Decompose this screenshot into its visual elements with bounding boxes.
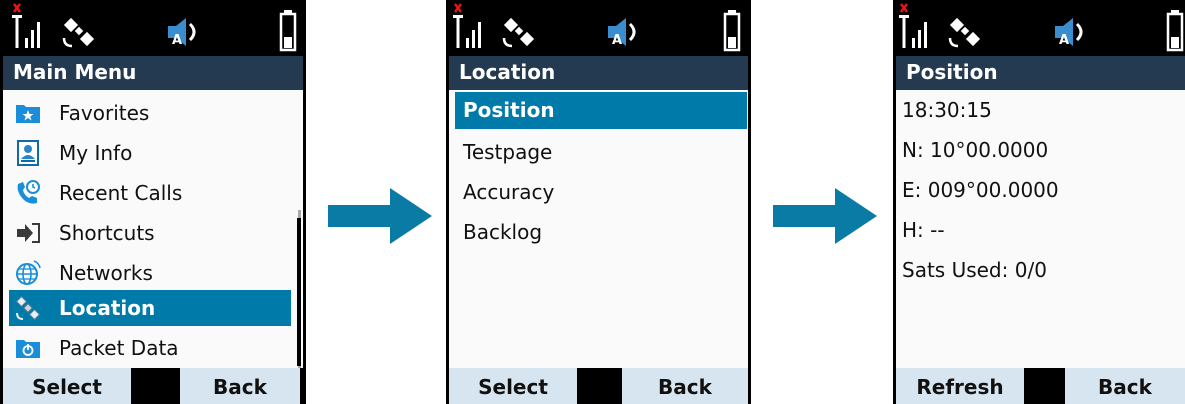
status-bar: A — [893, 0, 1185, 56]
back-softkey[interactable]: Back — [622, 368, 748, 404]
svg-text:A: A — [172, 33, 182, 48]
gps-satellite-icon — [502, 17, 535, 48]
status-bar: A — [0, 0, 306, 56]
title-bar: Location — [446, 56, 751, 90]
signal-icon — [453, 3, 481, 48]
star-folder-icon — [16, 105, 40, 123]
menu-item-location[interactable]: Location — [9, 290, 291, 326]
location-screen: A Location Position Testpage Accuracy Ba… — [446, 0, 751, 404]
back-softkey[interactable]: Back — [1065, 368, 1185, 404]
page-title: Main Menu — [13, 60, 137, 84]
page-title: Location — [459, 60, 556, 84]
signal-icon — [899, 3, 927, 48]
main-menu-screen: A Main Menu Favorites My Info Recent Cal… — [0, 0, 306, 404]
time-value: 18:30:15 — [902, 98, 992, 122]
title-bar: Main Menu — [0, 56, 306, 90]
position-details: 18:30:15 N: 10°00.0000 E: 009°00.0000 H:… — [896, 90, 1185, 368]
menu-item-label: Networks — [59, 261, 153, 285]
menu-item-my-info[interactable]: My Info — [9, 135, 289, 171]
sats-used-value: Sats Used: 0/0 — [902, 258, 1047, 282]
satellite-icon — [15, 295, 41, 321]
list-item-position[interactable]: Position — [455, 92, 747, 129]
menu-item-shortcuts[interactable]: Shortcuts — [9, 215, 289, 251]
signal-icon — [12, 3, 40, 48]
recent-calls-icon — [17, 180, 40, 204]
menu-list: Favorites My Info Recent Calls Shortcuts… — [3, 90, 303, 368]
menu-item-networks[interactable]: Networks — [9, 255, 289, 291]
scrollbar-thumb[interactable] — [297, 218, 301, 366]
speaker-icon: A — [1055, 18, 1083, 48]
packet-data-icon — [16, 340, 40, 358]
position-screen: A Position 18:30:15 N: 10°00.0000 E: 009… — [893, 0, 1185, 404]
softkey-bar: Select Back — [446, 368, 751, 404]
north-coordinate: N: 10°00.0000 — [902, 138, 1049, 162]
menu-item-packet-data[interactable]: Packet Data — [9, 330, 289, 366]
status-bar: A — [446, 0, 751, 56]
list-item-testpage[interactable]: Testpage — [455, 134, 747, 171]
menu-item-label: Favorites — [59, 101, 150, 125]
menu-item-recent-calls[interactable]: Recent Calls — [9, 175, 289, 211]
location-list: Position Testpage Accuracy Backlog — [449, 90, 748, 368]
speaker-icon: A — [168, 18, 196, 48]
menu-item-label: Shortcuts — [59, 221, 155, 245]
softkey-bar: Refresh Back — [893, 368, 1185, 404]
list-item-backlog[interactable]: Backlog — [455, 214, 747, 251]
gps-satellite-icon — [62, 17, 95, 48]
gps-satellite-icon — [948, 17, 981, 48]
height-value: H: -- — [902, 218, 945, 242]
refresh-softkey[interactable]: Refresh — [896, 368, 1024, 404]
menu-item-favorites[interactable]: Favorites — [9, 95, 289, 131]
select-softkey[interactable]: Select — [449, 368, 577, 404]
menu-item-label: Packet Data — [59, 336, 179, 360]
battery-icon — [1166, 10, 1184, 52]
arrow-right-icon — [773, 188, 877, 244]
svg-text:A: A — [1059, 33, 1069, 48]
menu-item-label: My Info — [59, 141, 133, 165]
contact-card-icon — [17, 140, 39, 166]
menu-item-label: Location — [59, 296, 156, 320]
arrow-right-icon — [328, 188, 432, 244]
globe-icon — [16, 260, 41, 285]
page-title: Position — [906, 60, 998, 84]
menu-item-label: Recent Calls — [59, 181, 183, 205]
speaker-icon: A — [608, 18, 636, 48]
battery-icon — [279, 10, 297, 52]
title-bar: Position — [893, 56, 1185, 90]
list-item-accuracy[interactable]: Accuracy — [455, 174, 747, 211]
back-softkey[interactable]: Back — [180, 368, 300, 404]
select-softkey[interactable]: Select — [3, 368, 131, 404]
battery-icon — [723, 10, 741, 52]
shortcut-icon — [17, 223, 40, 243]
softkey-bar: Select Back — [0, 368, 306, 404]
east-coordinate: E: 009°00.0000 — [902, 178, 1059, 202]
svg-text:A: A — [612, 33, 622, 48]
